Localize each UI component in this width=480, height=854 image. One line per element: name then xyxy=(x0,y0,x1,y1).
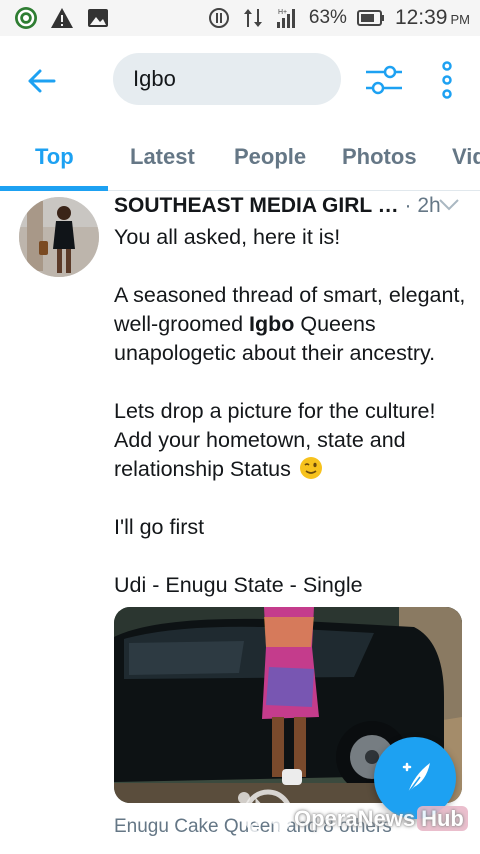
compose-tweet-button[interactable] xyxy=(374,737,456,819)
active-tab-indicator xyxy=(0,186,108,191)
time-ampm: PM xyxy=(450,12,471,27)
status-time: 12:39 PM xyxy=(395,6,470,30)
tweet-paragraph-2: A seasoned thread of smart, elegant, wel… xyxy=(114,281,474,368)
status-left-icons xyxy=(14,6,110,30)
tweet-paragraph-3: Lets drop a picture for the culture! Add… xyxy=(114,397,474,484)
tweet-line-1: You all asked, here it is! xyxy=(114,225,341,249)
author-name[interactable]: SOUTHEAST MEDIA GIRL … xyxy=(114,194,399,217)
tab-people[interactable]: People xyxy=(234,144,306,170)
tagged-users[interactable]: Enugu Cake Queen and 8 others xyxy=(114,816,392,838)
avatar[interactable] xyxy=(19,197,99,277)
compose-feather-icon xyxy=(402,762,430,794)
winking-face-emoji-icon xyxy=(299,457,322,479)
back-arrow-icon[interactable] xyxy=(24,63,60,99)
tab-top[interactable]: Top xyxy=(35,144,74,170)
battery-percent: 63% xyxy=(308,7,347,28)
status-right-icons: H+ 63% 12:39 PM xyxy=(207,6,470,30)
chevron-down-icon[interactable] xyxy=(438,198,460,212)
tab-videos[interactable]: Videos xyxy=(452,144,480,170)
app-notification-icon xyxy=(15,7,37,29)
image-icon xyxy=(88,9,108,27)
status-bar: H+ 63% 12:39 PM xyxy=(0,0,480,36)
separator-dot: · xyxy=(404,194,412,217)
p3-text: Lets drop a picture for the culture! Add… xyxy=(114,399,436,481)
filter-icon[interactable] xyxy=(364,62,404,98)
tab-latest[interactable]: Latest xyxy=(130,144,195,170)
tab-photos[interactable]: Photos xyxy=(342,144,417,170)
search-tabs: Top Latest People Photos Videos xyxy=(0,130,480,191)
svg-text:H+: H+ xyxy=(278,9,287,16)
avatar-image xyxy=(19,197,99,277)
data-transfer-icon xyxy=(243,9,262,27)
battery-icon xyxy=(356,10,384,26)
tweet-paragraph-5: Udi - Enugu State - Single xyxy=(114,573,363,597)
time-value: 12:39 xyxy=(394,6,448,29)
tweet-header: SOUTHEAST MEDIA GIRL … · 2h xyxy=(114,194,470,222)
data-saver-icon xyxy=(208,8,229,28)
signal-icon: H+ xyxy=(276,9,295,28)
search-header xyxy=(0,36,480,126)
keyword-highlight: Igbo xyxy=(249,312,295,336)
search-input[interactable] xyxy=(113,53,341,105)
tweet-paragraph-4: I'll go first xyxy=(114,515,205,539)
tweet-text: You all asked, here it is! A seasoned th… xyxy=(114,223,474,600)
warning-icon xyxy=(51,8,73,28)
more-options-icon[interactable] xyxy=(437,60,457,100)
